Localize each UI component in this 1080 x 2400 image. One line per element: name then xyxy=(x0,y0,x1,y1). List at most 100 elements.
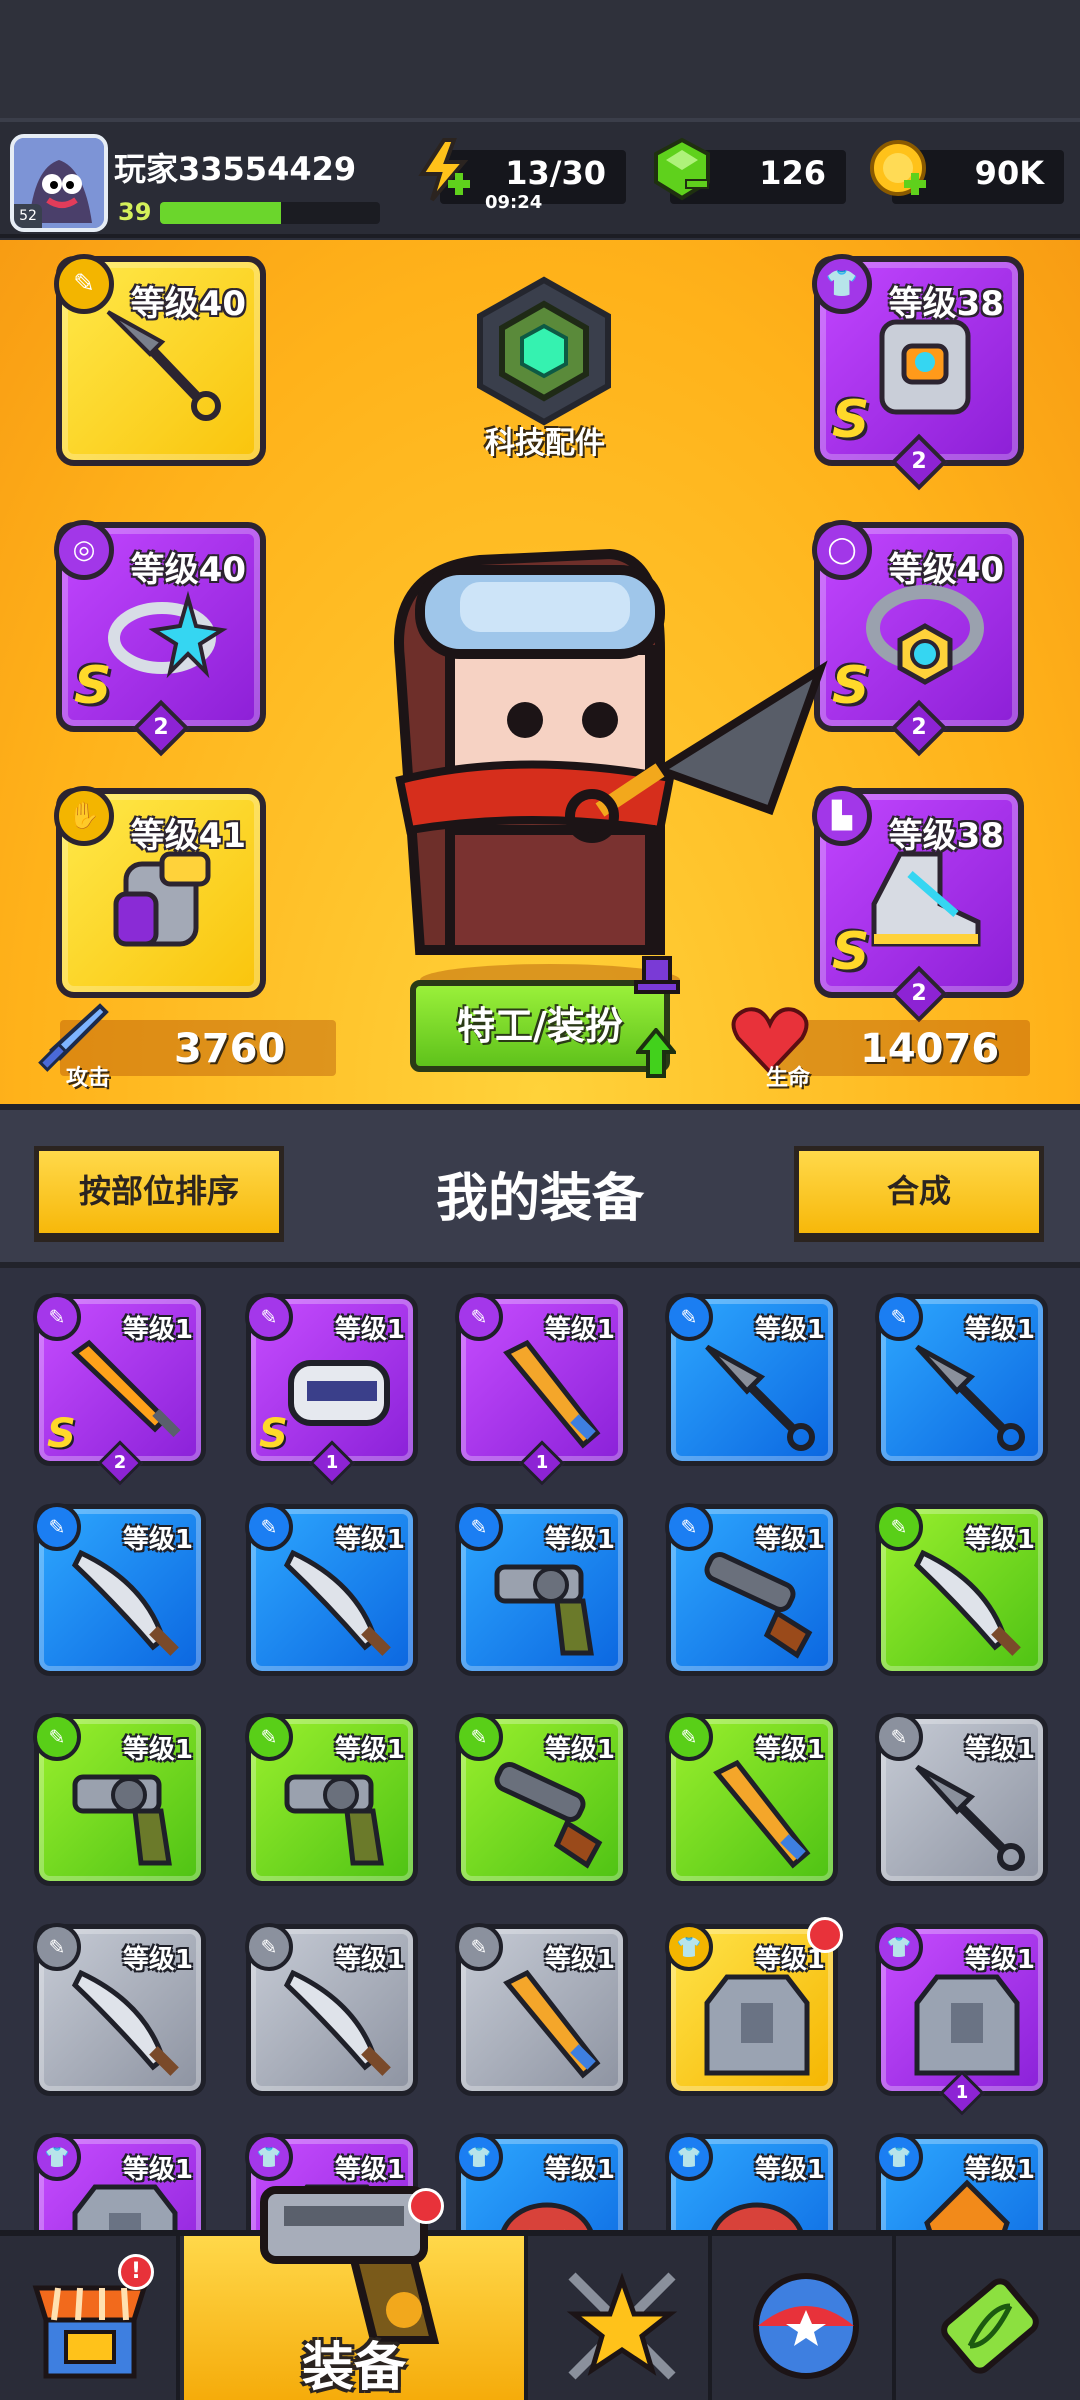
gold-value: 90K xyxy=(974,154,1044,192)
xp-bar xyxy=(160,202,380,224)
bat-icon xyxy=(713,1759,811,1869)
equipment-alert-dot xyxy=(408,2188,444,2224)
inventory-item[interactable]: 👕 等级1 1 xyxy=(875,1923,1048,2116)
inventory-item[interactable]: ✎ 等级1 xyxy=(33,1503,206,1676)
knife-icon xyxy=(283,1549,391,1656)
nav-dna[interactable] xyxy=(900,2236,1080,2400)
inventory-item[interactable]: ✎ 等级1 xyxy=(665,1503,838,1676)
xp-bar-fill xyxy=(160,202,281,224)
knife-icon xyxy=(913,1549,1021,1656)
inventory-item[interactable]: ✎ 等级1 xyxy=(33,1923,206,2096)
shop-icon xyxy=(32,2285,148,2379)
nav-shop[interactable]: ! xyxy=(0,2236,180,2400)
nav-equipment-label: 装备 xyxy=(301,2338,406,2398)
stack-count: 2 xyxy=(890,433,948,491)
energy-timer: 09:24 xyxy=(485,192,543,213)
inventory-item[interactable]: ✎ 等级1 xyxy=(245,1503,418,1676)
vest-icon xyxy=(914,1974,1020,2076)
inventory-item[interactable]: 👕 等级1 xyxy=(875,2133,1048,2230)
inventory-item[interactable]: 👕 等级1 xyxy=(33,2133,206,2230)
inventory-title: 我的装备 xyxy=(435,1169,644,1229)
knife-icon xyxy=(283,1969,391,2076)
equip-slot-ring[interactable]: ◎ 等级40 S 2 xyxy=(54,520,266,757)
rank-letter: S xyxy=(259,1411,288,1457)
star-ring-icon xyxy=(108,590,228,679)
hero-equipment-panel: ✎ 等级40 ◎ 等级40 S 2 ✋ 等级41 👕 等级38 S 2 ◯ 等级… xyxy=(0,240,1080,1104)
inventory-header: 按部位排序 我的装备 合成 xyxy=(0,1104,1080,1268)
inventory-item[interactable]: ✎ 等级1 xyxy=(455,1923,628,2096)
rank-letter: S xyxy=(832,390,870,450)
inventory-item[interactable]: 👕 等级1 xyxy=(455,2133,628,2230)
inventory-item[interactable]: ✎ 等级1 xyxy=(245,1923,418,2096)
inventory-item[interactable]: ✎ 等级1 1 xyxy=(455,1293,628,1486)
merge-button[interactable]: 合成 xyxy=(794,1146,1044,1242)
sneaker-icon xyxy=(871,851,981,947)
bottom-nav: ! 装备 xyxy=(0,2186,1080,2400)
shotgun-icon xyxy=(494,1761,603,1869)
gauntlet-icon xyxy=(113,851,211,947)
player-header: 52 玩家33554429 39 13/30 09:24 126 90K xyxy=(0,118,1080,238)
status-bar xyxy=(0,0,1080,118)
avatar[interactable]: 52 xyxy=(10,134,108,232)
equip-slot-boots[interactable]: ▙ 等级38 S 2 xyxy=(812,786,1024,1023)
gacha-icon xyxy=(753,2273,859,2379)
hat-icon xyxy=(634,956,680,994)
gold-coin-icon xyxy=(870,140,926,196)
mech-armor-icon xyxy=(879,319,971,415)
crystal-icon xyxy=(924,2179,1010,2230)
inventory-grid: ✎ 等级1 S 2 ✎ 等级1 S 1 ✎ 等级1 1 ✎ 等级1 ✎ 等级1 ✎ 等级1 ✎ 等级1 ✎ 等级1 ✎ 等级… xyxy=(0,1268,1080,2230)
battle-icon xyxy=(566,2272,678,2380)
inventory-item[interactable]: ✎ 等级1 S 2 xyxy=(33,1293,206,1486)
new-item-dot xyxy=(807,1917,843,1953)
knife-icon xyxy=(71,1969,179,2076)
inventory-item[interactable]: ✎ 等级1 xyxy=(455,1713,628,1886)
shotgun-icon xyxy=(704,1551,813,1659)
gem-icon xyxy=(654,137,710,201)
inventory-item[interactable]: ✎ 等级1 xyxy=(33,1713,206,1886)
inventory-item[interactable]: ✎ 等级1 xyxy=(245,1713,418,1886)
upgrade-arrow-icon xyxy=(636,1028,676,1078)
app-root: 52 玩家33554429 39 13/30 09:24 126 90K ✎ 等… xyxy=(0,0,1080,2400)
inventory-item[interactable]: ✎ 等级1 xyxy=(875,1503,1048,1676)
energy-icon xyxy=(418,138,470,202)
vest-icon xyxy=(704,1974,810,2076)
inventory-item[interactable]: ✎ 等级1 S 1 xyxy=(245,1293,418,1486)
hp-label: 生命 xyxy=(766,1066,811,1091)
inventory-item[interactable]: ✎ 等级1 xyxy=(665,1293,838,1466)
nav-gacha[interactable] xyxy=(716,2236,896,2400)
equip-slot-necklace[interactable]: ◯ 等级40 S 2 xyxy=(812,520,1024,757)
sort-by-slot-button[interactable]: 按部位排序 xyxy=(34,1146,284,1242)
tech-accessory-button[interactable] xyxy=(474,276,614,426)
kunai-icon xyxy=(915,1764,1025,1871)
kunai-icon xyxy=(705,1344,815,1451)
hp-value: 14076 xyxy=(860,1026,1000,1072)
inventory-item[interactable]: ✎ 等级1 xyxy=(875,1713,1048,1886)
bat-icon xyxy=(503,1339,601,1449)
nav-equipment[interactable]: 装备 xyxy=(184,2186,528,2400)
collar-icon xyxy=(866,585,984,685)
stack-count: 2 xyxy=(132,699,190,757)
vest-icon xyxy=(72,2184,178,2230)
bat-icon xyxy=(503,1969,601,2079)
revolver-icon xyxy=(72,1774,172,1866)
agent-costume-button[interactable]: 特工/装扮 xyxy=(410,980,670,1072)
knife-icon xyxy=(71,1549,179,1656)
inventory-item[interactable]: 👕 等级1 xyxy=(665,2133,838,2230)
bag-icon xyxy=(501,2202,593,2230)
nav-battle[interactable] xyxy=(532,2236,712,2400)
player-name: 玩家33554429 xyxy=(114,150,357,188)
inventory-item[interactable]: 👕 等级1 xyxy=(665,1917,843,2096)
energy-value: 13/30 xyxy=(505,154,606,192)
inventory-item[interactable]: ✎ 等级1 xyxy=(455,1503,628,1676)
shop-alert-badge: ! xyxy=(118,2254,154,2290)
inventory-item[interactable]: ✎ 等级1 xyxy=(875,1293,1048,1466)
equip-slot-glove[interactable]: ✋ 等级41 xyxy=(54,786,266,998)
revolver-icon xyxy=(494,1564,594,1656)
equip-slot-weapon[interactable]: ✎ 等级40 xyxy=(54,254,266,466)
stack-count: 2 xyxy=(890,965,948,1023)
attack-label: 攻击 xyxy=(66,1066,111,1091)
gem-value: 126 xyxy=(759,154,826,192)
kunai-icon xyxy=(915,1344,1025,1451)
equip-slot-armor[interactable]: 👕 等级38 S 2 xyxy=(812,254,1024,491)
inventory-item[interactable]: ✎ 等级1 xyxy=(665,1713,838,1886)
